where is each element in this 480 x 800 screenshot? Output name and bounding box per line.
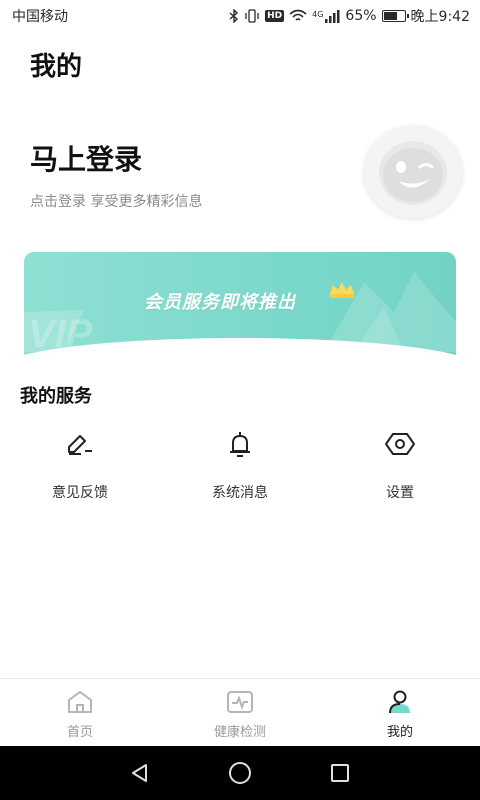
services-title: 我的服务 bbox=[20, 386, 92, 407]
page-title: 我的 bbox=[30, 52, 83, 82]
status-icons: HD 4G 65% 晚上9:42 bbox=[229, 6, 470, 26]
hexagon-settings-icon bbox=[384, 428, 416, 460]
battery-icon bbox=[381, 10, 409, 22]
avatar[interactable] bbox=[364, 126, 462, 218]
tab-health[interactable]: 健康检测 bbox=[160, 679, 320, 746]
service-label: 系统消息 bbox=[212, 485, 268, 501]
home-icon bbox=[68, 691, 92, 713]
clock: 晚上9:42 bbox=[410, 9, 470, 25]
service-feedback[interactable]: 意见反馈 bbox=[20, 428, 140, 502]
winking-face-icon bbox=[379, 141, 447, 205]
tab-mine[interactable]: 我的 bbox=[320, 679, 480, 746]
network-type: 4G bbox=[312, 10, 324, 19]
status-bar: 中国移动 HD 4G 65% 晚上9:42 bbox=[0, 0, 480, 32]
system-nav-bar bbox=[0, 746, 480, 800]
recents-square-icon bbox=[331, 764, 349, 782]
bluetooth-icon bbox=[229, 9, 239, 23]
health-monitor-icon bbox=[227, 691, 253, 713]
vibrate-icon bbox=[245, 9, 259, 23]
service-settings[interactable]: 设置 bbox=[340, 428, 460, 502]
battery-percent: 65% bbox=[345, 8, 377, 24]
tab-label: 我的 bbox=[386, 725, 413, 740]
service-label: 意见反馈 bbox=[52, 485, 108, 501]
service-label: 设置 bbox=[386, 485, 414, 501]
recents-button[interactable] bbox=[320, 753, 360, 793]
vip-banner-text: 会员服务即将推出 bbox=[144, 292, 296, 313]
back-triangle-icon bbox=[132, 764, 147, 782]
vip-banner[interactable]: VIP 会员服务即将推出 bbox=[0, 252, 480, 362]
service-messages[interactable]: 系统消息 bbox=[180, 428, 300, 502]
login-subtitle[interactable]: 点击登录 享受更多精彩信息 bbox=[30, 191, 202, 211]
tab-label: 首页 bbox=[66, 725, 93, 740]
user-icon bbox=[389, 690, 410, 714]
bell-icon bbox=[224, 428, 256, 460]
tab-home[interactable]: 首页 bbox=[0, 679, 160, 746]
tab-bar: 首页 健康检测 我的 bbox=[0, 678, 480, 746]
login-title[interactable]: 马上登录 bbox=[30, 138, 142, 178]
home-button[interactable] bbox=[220, 753, 260, 793]
tab-label: 健康检测 bbox=[213, 725, 266, 740]
carrier-label: 中国移动 bbox=[12, 9, 68, 25]
signal-icon bbox=[325, 10, 340, 23]
home-circle-icon bbox=[229, 762, 251, 784]
back-button[interactable] bbox=[120, 753, 160, 793]
hd-badge: HD bbox=[265, 10, 285, 22]
wifi-icon bbox=[289, 9, 307, 21]
feedback-pen-icon bbox=[64, 428, 96, 460]
